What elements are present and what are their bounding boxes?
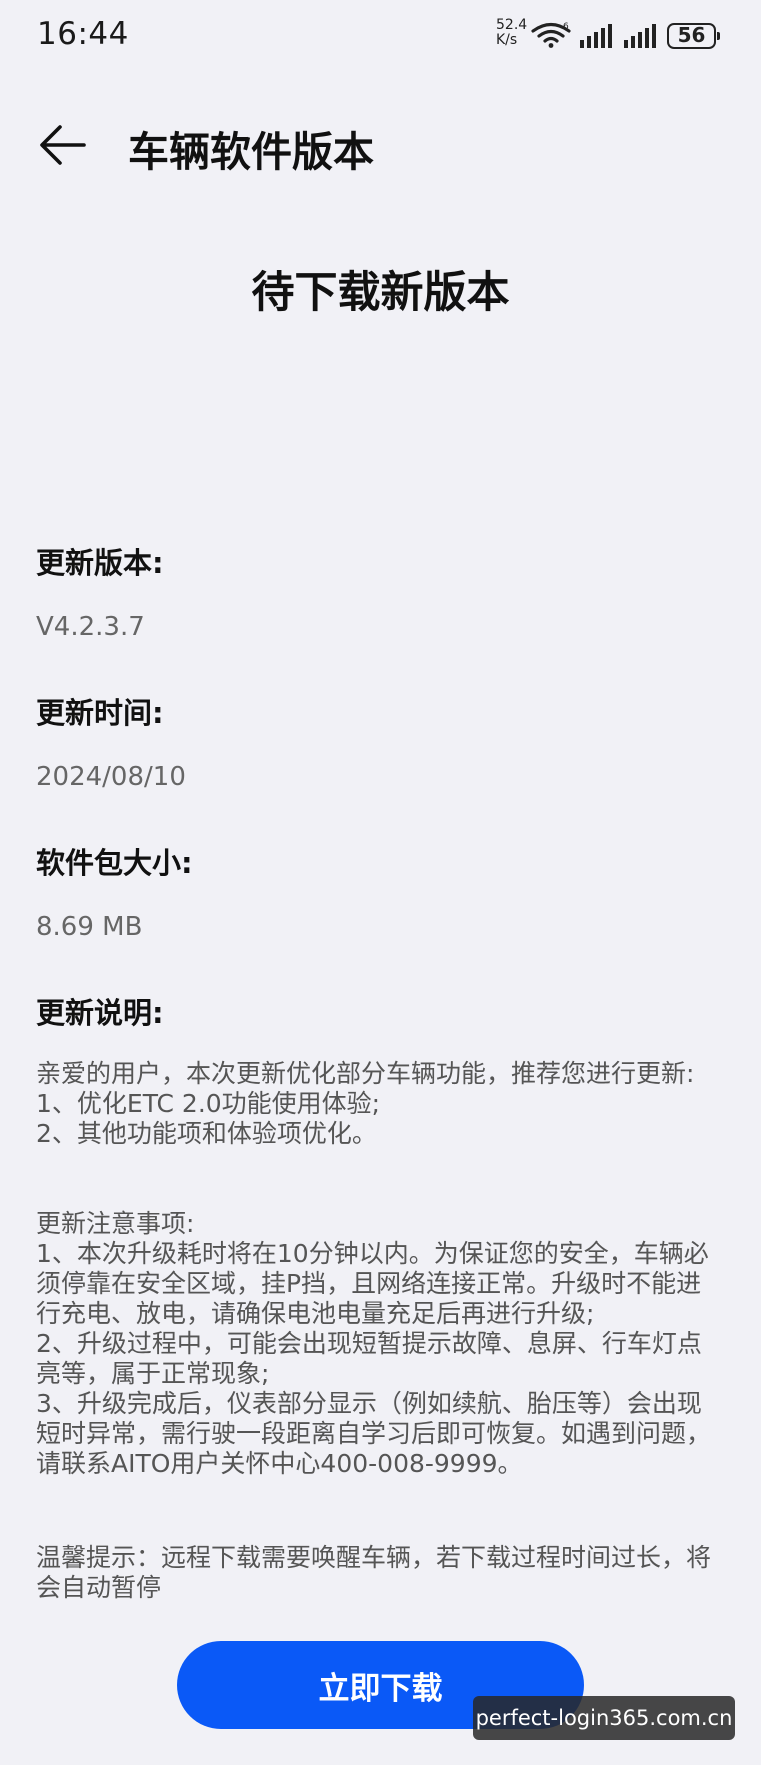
package-size-label: 软件包大小: [36, 846, 193, 880]
version-value: V4.2.3.7 [36, 612, 145, 642]
update-time-label: 更新时间: [36, 696, 164, 730]
wifi-icon: 6 [531, 22, 571, 48]
update-time-value: 2024/08/10 [36, 762, 186, 792]
release-note-item: 2、其他功能项和体验项优化。 [36, 1119, 377, 1148]
precautions: 更新注意事项: 1、本次升级耗时将在10分钟以内。为保证您的安全，车辆必须停靠在… [36, 1209, 726, 1479]
status-bar: 16:44 52.4 K/s 6 56 [0, 0, 761, 76]
status-time: 16:44 [37, 16, 129, 52]
status-heading: 待下载新版本 [251, 268, 510, 318]
tip-text: 温馨提示：远程下载需要唤醒车辆，若下载过程时间过长，将会自动暂停 [36, 1543, 712, 1602]
release-notes-label: 更新说明: [36, 996, 164, 1030]
network-speed: 52.4 K/s [496, 18, 530, 48]
version-label: 更新版本: [36, 546, 164, 580]
back-button[interactable] [38, 122, 88, 168]
page: 16:44 52.4 K/s 6 56 车辆软件版本 待下载新版本 更新版本: … [0, 0, 761, 1765]
watermark: perfect-login365.com.cn [473, 1696, 735, 1740]
page-title: 车辆软件版本 [128, 128, 374, 176]
signal-strength-icon [580, 24, 612, 48]
precautions-title: 更新注意事项: [36, 1209, 195, 1238]
release-notes: 亲爱的用户，本次更新优化部分车辆功能，推荐您进行更新: 1、优化ETC 2.0功… [36, 1059, 726, 1149]
release-notes-intro: 亲爱的用户，本次更新优化部分车辆功能，推荐您进行更新: [36, 1059, 695, 1088]
precaution-item: 2、升级过程中，可能会出现短暂提示故障、息屏、行车灯点亮等，属于正常现象; [36, 1329, 702, 1388]
precaution-item: 1、本次升级耗时将在10分钟以内。为保证您的安全，车辆必须停靠在安全区域，挂P挡… [36, 1239, 709, 1328]
arrow-left-icon [40, 125, 86, 165]
network-speed-value: 52.4 [496, 17, 528, 33]
release-note-item: 1、优化ETC 2.0功能使用体验; [36, 1089, 381, 1118]
network-speed-unit: K/s [496, 32, 518, 48]
package-size-value: 8.69 MB [36, 912, 143, 942]
battery-icon: 56 [667, 23, 720, 49]
precaution-item: 3、升级完成后，仪表部分显示（例如续航、胎压等）会出现短时异常，需行驶一段距离自… [36, 1389, 712, 1478]
signal-strength-icon [624, 24, 656, 48]
svg-text:6: 6 [563, 22, 569, 32]
